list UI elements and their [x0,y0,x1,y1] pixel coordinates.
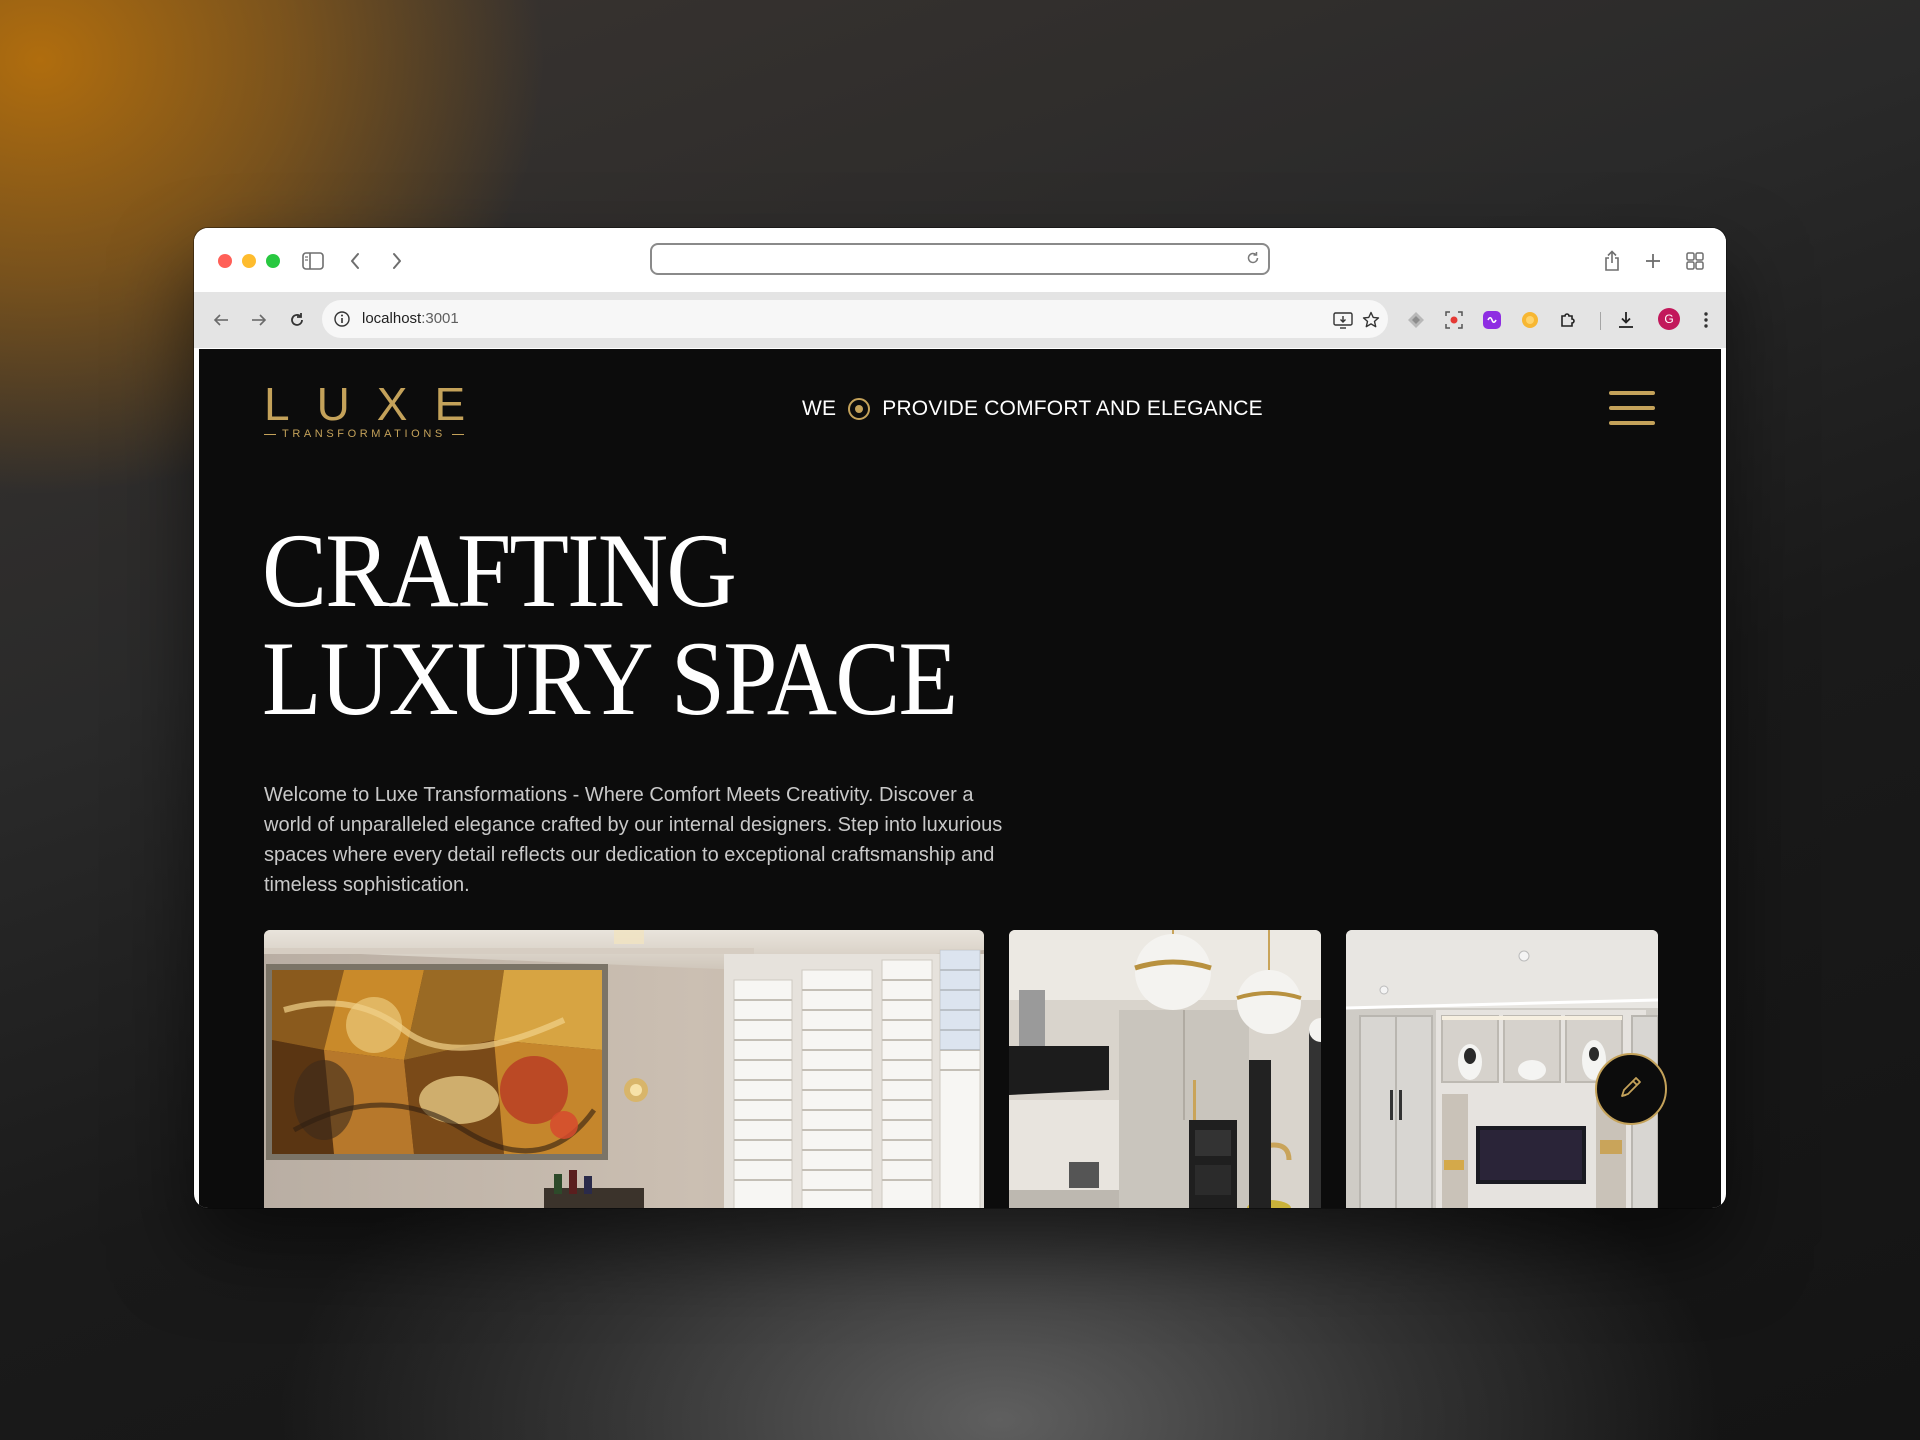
sidebar-toggle-icon[interactable] [298,246,328,276]
extension-purple-icon[interactable] [1480,308,1504,332]
extension-screenshot-icon[interactable] [1442,308,1466,332]
pencil-icon [1617,1073,1645,1106]
hero-title-line2: LUXURY SPACE [262,620,958,737]
back-arrow-icon[interactable] [206,305,236,335]
tagline-right: PROVIDE COMFORT AND ELEGANCE [882,397,1263,420]
url-port: :3001 [421,310,459,327]
url-host: localhost [362,310,422,327]
download-icon[interactable] [1614,308,1638,332]
profile-avatar[interactable]: G [1658,308,1680,330]
toolbar-separator [1600,312,1601,330]
close-window-button[interactable] [218,254,232,268]
bookmark-star-icon[interactable] [1360,309,1382,331]
omnibox[interactable]: localhost:3001 [322,300,1388,338]
logo-subtitle: TRANSFORMATIONS [264,428,479,440]
gallery-image-kitchen[interactable] [1009,930,1321,1208]
safari-toolbar [194,228,1726,293]
minimize-window-button[interactable] [242,254,256,268]
share-icon[interactable] [1597,246,1627,276]
tagline-left: WE [802,397,837,420]
forward-chevron-icon[interactable] [382,246,412,276]
hero-description: Welcome to Luxe Transformations - Where … [264,784,1003,896]
edit-fab-button[interactable] [1595,1053,1667,1125]
logo-sub-text: TRANSFORMATIONS [282,428,446,440]
header-tagline: WE PROVIDE COMFORT AND ELEGANCE [802,397,1263,421]
refresh-icon[interactable] [282,305,312,335]
website-page: LUXE TRANSFORMATIONS WE PROVIDE COMFORT … [199,349,1721,1208]
browser-window: localhost:3001 G LUXE TRANSFORMATIONS WE… [194,228,1726,1208]
safari-address-bar[interactable] [650,243,1270,275]
reload-icon[interactable] [1246,251,1260,270]
kebab-menu-icon[interactable] [1694,308,1718,332]
gallery-image-living-room[interactable] [264,930,984,1208]
extensions-puzzle-icon[interactable] [1556,308,1580,332]
extension-orange-icon[interactable] [1518,308,1542,332]
chrome-toolbar: localhost:3001 G [194,292,1726,348]
omnibox-url[interactable]: localhost:3001 [362,310,459,327]
hamburger-icon[interactable] [1609,391,1655,425]
new-tab-icon[interactable] [1638,246,1668,276]
forward-arrow-icon[interactable] [244,305,274,335]
hero-title: CRAFTING LUXURY SPACE [262,512,958,737]
tab-overview-icon[interactable] [1680,246,1710,276]
brand-logo[interactable]: LUXE TRANSFORMATIONS [264,379,479,443]
target-dot-icon [848,398,871,420]
site-info-icon[interactable] [332,309,352,329]
back-chevron-icon[interactable] [340,246,370,276]
install-app-icon[interactable] [1332,309,1354,331]
hero-title-line1: CRAFTING [262,512,737,629]
logo-word: LUXE [264,378,493,430]
zoom-window-button[interactable] [266,254,280,268]
extension-diamond-icon[interactable] [1404,308,1428,332]
